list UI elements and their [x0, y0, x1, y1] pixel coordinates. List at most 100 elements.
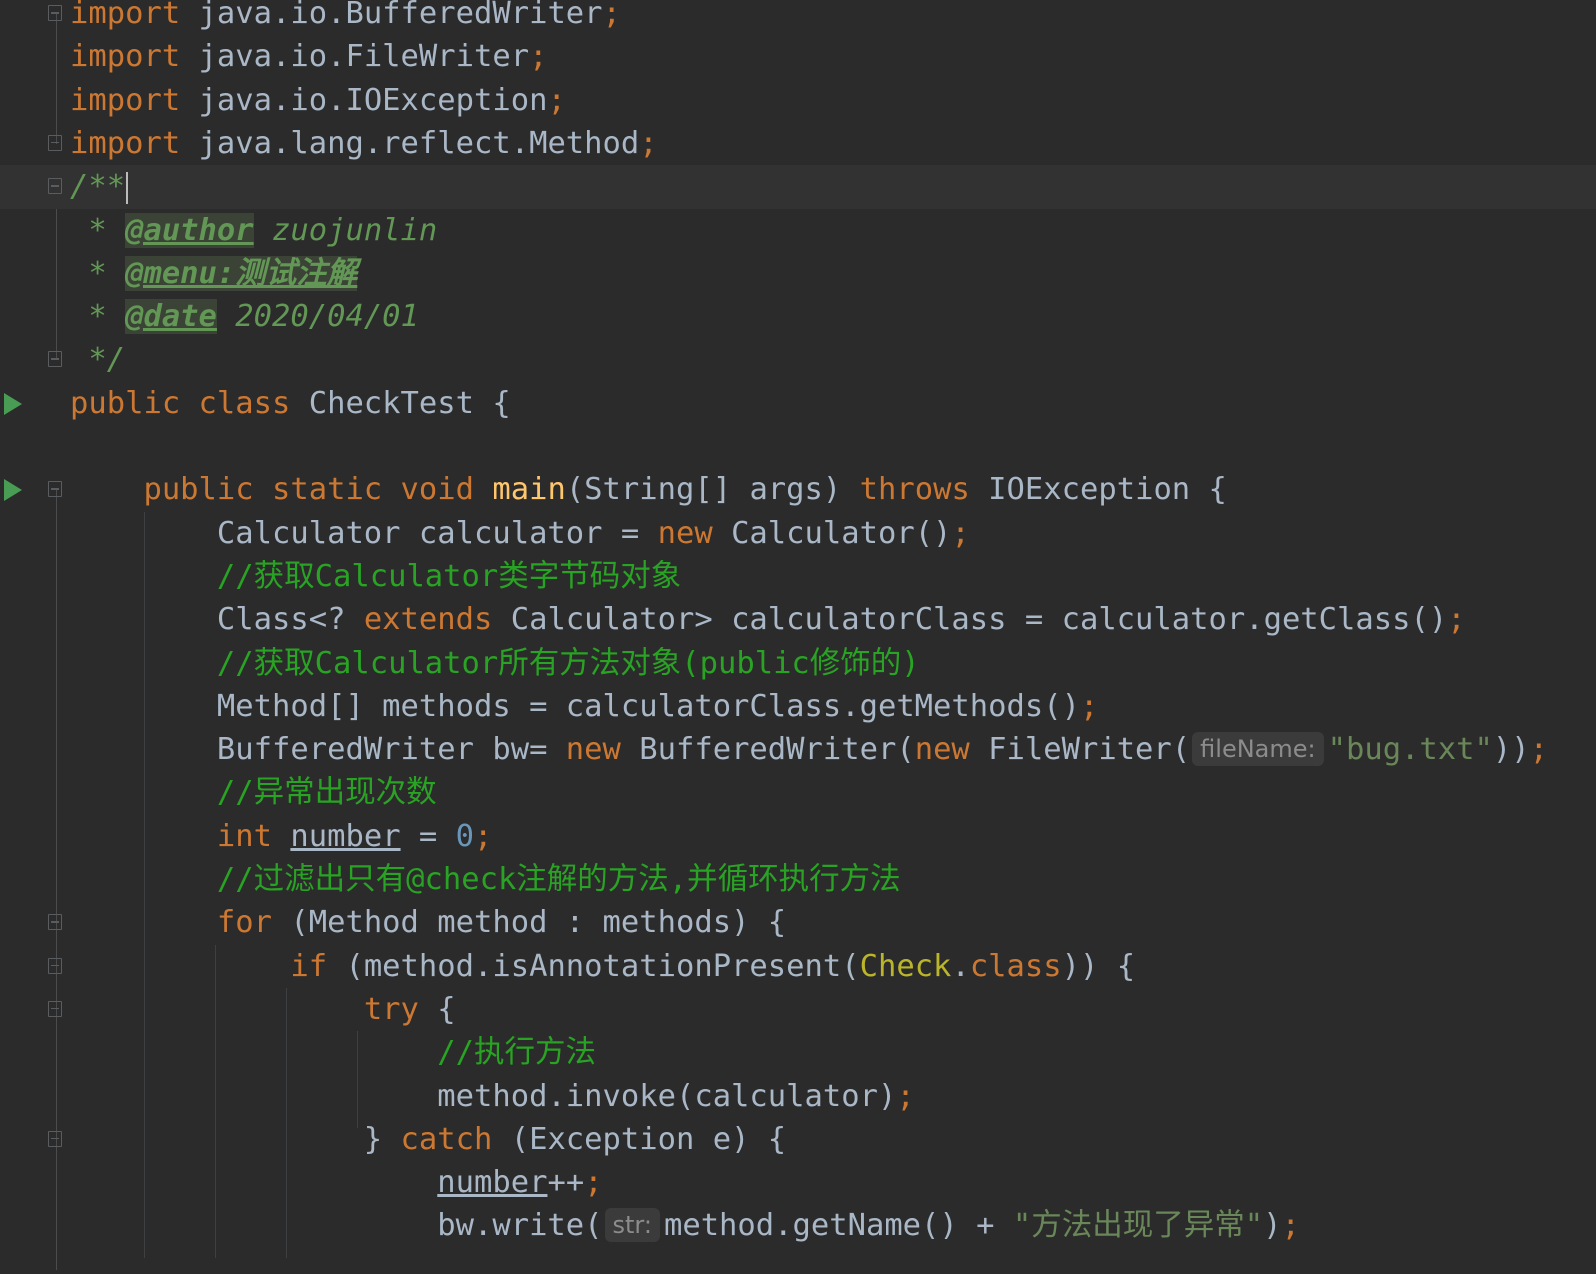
code-text: import java.io.FileWriter; — [70, 35, 547, 79]
code-token: method.invoke(calculator) — [70, 1078, 897, 1114]
code-text: * @date 2020/04/01 — [70, 295, 419, 339]
fold-toggle-icon[interactable] — [48, 351, 62, 368]
run-gutter-icon[interactable] — [4, 392, 22, 415]
code-text: Calculator calculator = new Calculator()… — [70, 512, 970, 556]
fold-toggle-icon[interactable] — [48, 957, 62, 974]
code-line[interactable]: * @menu:测试注解 — [0, 252, 1596, 296]
code-line[interactable]: //执行方法 — [0, 1031, 1596, 1075]
code-line[interactable]: number++; — [0, 1161, 1596, 1205]
code-text: //异常出现次数 — [70, 771, 437, 815]
code-token: Class<? — [70, 602, 364, 638]
code-line[interactable]: * @author zuojunlin — [0, 209, 1596, 253]
code-text: import java.io.IOException; — [70, 79, 566, 123]
code-line[interactable]: BufferedWriter bw= new BufferedWriter(ne… — [0, 728, 1596, 772]
code-line[interactable]: Class<? extends Calculator> calculatorCl… — [0, 598, 1596, 642]
code-token: (Exception e) { — [492, 1121, 787, 1157]
code-line[interactable]: //获取Calculator所有方法对象(public修饰的) — [0, 642, 1596, 686]
code-line[interactable]: /** — [0, 165, 1596, 210]
code-line[interactable]: //异常出现次数 — [0, 771, 1596, 815]
code-token: . — [951, 948, 970, 984]
code-line[interactable]: public static void main(String[] args) t… — [0, 468, 1596, 512]
code-token: java.io.BufferedWriter — [180, 0, 603, 31]
code-token: new — [657, 515, 713, 551]
code-token: )) — [1492, 732, 1530, 768]
code-line[interactable]: bw.write(str: method.getName() + "方法出现了异常… — [0, 1204, 1596, 1248]
code-line[interactable] — [0, 425, 1596, 469]
code-line[interactable]: import java.io.BufferedWriter; — [0, 0, 1596, 36]
text-caret — [126, 171, 129, 204]
code-line[interactable]: * @date 2020/04/01 — [0, 295, 1596, 339]
code-text: BufferedWriter bw= new BufferedWriter(ne… — [70, 728, 1548, 772]
code-token: extends — [363, 602, 493, 638]
code-token: (Method method : methods) { — [272, 905, 787, 941]
code-token: */ — [70, 342, 126, 378]
code-token: BufferedWriter bw= — [70, 732, 566, 768]
code-token: ; — [951, 515, 970, 551]
code-text: * @menu:测试注解 — [70, 252, 358, 296]
fold-toggle-icon[interactable] — [48, 1130, 62, 1147]
code-editor[interactable]: import java.io.BufferedWriter; import jav… — [0, 0, 1596, 1274]
code-token: for — [216, 905, 272, 941]
fold-toggle-icon[interactable] — [48, 5, 62, 21]
code-line[interactable]: for (Method method : methods) { — [0, 901, 1596, 945]
code-token: * — [70, 255, 126, 291]
code-text: } catch (Exception e) { — [70, 1118, 786, 1162]
code-line[interactable]: //获取Calculator类字节码对象 — [0, 555, 1596, 599]
code-line[interactable]: Method[] methods = calculatorClass.getMe… — [0, 685, 1596, 729]
code-text: import java.io.BufferedWriter; — [70, 0, 621, 36]
code-text: * @author zuojunlin — [70, 209, 437, 253]
fold-toggle-icon[interactable] — [48, 178, 62, 195]
fold-toggle-icon[interactable] — [48, 1000, 62, 1017]
code-line[interactable]: import java.lang.reflect.Method; — [0, 122, 1596, 166]
code-line[interactable]: import java.io.IOException; — [0, 79, 1596, 123]
code-token: /** — [70, 169, 126, 205]
code-token: new — [914, 732, 970, 768]
code-line[interactable]: try { — [0, 988, 1596, 1032]
code-text: //获取Calculator类字节码对象 — [70, 555, 681, 599]
code-line[interactable]: import java.io.FileWriter; — [0, 35, 1596, 79]
fold-toggle-icon[interactable] — [48, 481, 62, 498]
code-token: //获取Calculator所有方法对象(public修饰的) — [216, 645, 920, 681]
code-token: Calculator> calculatorClass = calculator… — [492, 602, 1448, 638]
run-gutter-icon[interactable] — [4, 479, 22, 502]
code-text: public class CheckTest { — [70, 382, 511, 426]
code-token: //执行方法 — [437, 1035, 596, 1071]
code-line[interactable]: if (method.isAnnotationPresent(Check.cla… — [0, 945, 1596, 989]
code-text: int number = 0; — [70, 815, 493, 859]
code-token: java.io.IOException — [180, 82, 548, 118]
code-text: public static void main(String[] args) t… — [70, 468, 1226, 512]
code-token: Method[] methods = calculatorClass.getMe… — [70, 688, 1080, 724]
parameter-hint: str: — [604, 1207, 660, 1242]
code-token: ; — [1281, 1208, 1300, 1244]
code-line[interactable]: int number = 0; — [0, 815, 1596, 859]
code-token: 0 — [455, 818, 475, 854]
code-token: 2020/04/01 — [216, 299, 419, 335]
code-line[interactable]: Calculator calculator = new Calculator()… — [0, 512, 1596, 556]
code-line[interactable]: */ — [0, 338, 1596, 382]
code-token: new — [565, 732, 621, 768]
code-text: //执行方法 — [70, 1031, 596, 1075]
code-token: ; — [896, 1078, 915, 1114]
code-line[interactable]: } catch (Exception e) { — [0, 1118, 1596, 1162]
fold-toggle-icon[interactable] — [48, 914, 62, 931]
parameter-hint: fileName: — [1192, 731, 1324, 766]
code-token: BufferedWriter( — [620, 732, 915, 768]
code-token: class — [969, 948, 1062, 984]
code-token: "bug.txt" — [1327, 732, 1493, 768]
code-token: number — [290, 818, 401, 854]
code-token: main — [492, 472, 566, 508]
code-token: Calculator calculator = — [70, 515, 658, 551]
code-line[interactable]: method.invoke(calculator); — [0, 1075, 1596, 1119]
code-line[interactable]: //过滤出只有@check注解的方法,并循环执行方法 — [0, 858, 1596, 902]
fold-toggle-icon[interactable] — [48, 134, 62, 151]
code-text: //过滤出只有@check注解的方法,并循环执行方法 — [70, 858, 901, 902]
code-text: Class<? extends Calculator> calculatorCl… — [70, 598, 1466, 642]
code-token: Check — [859, 948, 952, 984]
code-line[interactable]: public class CheckTest { — [0, 382, 1596, 426]
